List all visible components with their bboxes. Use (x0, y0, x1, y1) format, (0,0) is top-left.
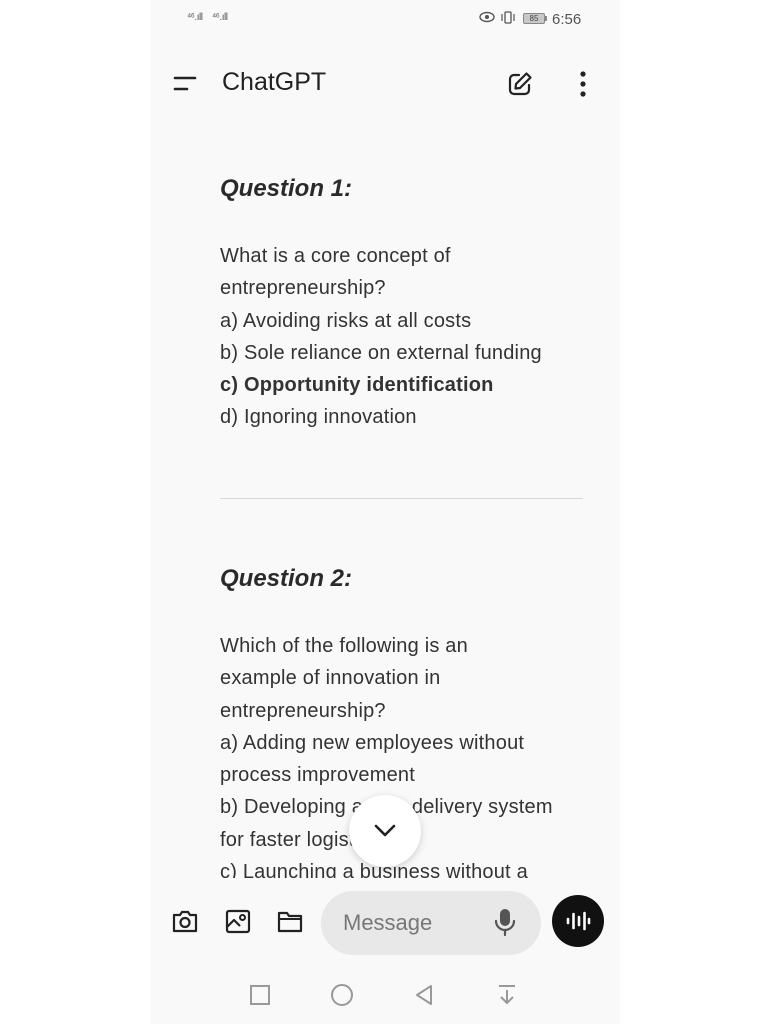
signal-2: ⁴⁶.ıll (212, 12, 228, 23)
q1-option-b: b) Sole reliance on external funding (220, 341, 542, 364)
menu-icon[interactable] (172, 73, 198, 95)
battery-tip (545, 16, 547, 21)
q1-option-c: c) Opportunity identification (220, 374, 494, 397)
q1-option-d: d) Ignoring innovation (220, 406, 417, 429)
q1-line-2: entrepreneurship? (220, 277, 386, 300)
question-1-body: What is a core concept of entrepreneursh… (220, 240, 590, 434)
q2-line-1: Which of the following is an (220, 635, 468, 657)
scroll-down-button[interactable] (349, 795, 421, 867)
signal-1: ⁴⁶.ıll (187, 12, 203, 23)
question-1-heading: Question 1: (220, 175, 353, 202)
battery-indicator: 85 (523, 13, 545, 24)
divider (220, 498, 583, 499)
notification-pull-icon[interactable] (495, 983, 519, 1007)
voice-mode-button[interactable] (552, 895, 604, 947)
message-placeholder: Message (343, 910, 433, 935)
q2-option-a-2: process improvement (220, 764, 415, 787)
app-title: ChatGPT (222, 68, 327, 96)
voice-icon (566, 911, 591, 931)
camera-icon[interactable] (171, 907, 199, 935)
q1-option-a: a) Avoiding risks at all costs (220, 309, 472, 332)
recents-icon[interactable] (248, 983, 272, 1007)
more-icon[interactable] (575, 70, 591, 98)
q2-line-3: entrepreneurship? (220, 699, 386, 722)
q2-line-2: example of innovation in (220, 667, 441, 690)
phone-screen: ⁴⁶.ıll ⁴⁶.ıll 85 6:56 ChatGPT Question 1… (150, 0, 620, 1024)
status-time: 6:56 (552, 11, 582, 28)
vibrate-icon (501, 11, 515, 24)
home-icon[interactable] (330, 983, 354, 1007)
eye-comfort-icon (479, 11, 495, 23)
microphone-icon[interactable] (493, 907, 517, 937)
back-icon[interactable] (412, 983, 436, 1007)
folder-icon[interactable] (276, 907, 304, 935)
q2-option-a-1: a) Adding new employees without (220, 731, 525, 754)
question-2-heading: Question 2: (220, 565, 353, 592)
edit-icon[interactable] (506, 70, 534, 98)
chevron-down-icon (374, 824, 396, 837)
image-icon[interactable] (224, 907, 252, 935)
q1-line-1: What is a core concept of (220, 245, 451, 267)
